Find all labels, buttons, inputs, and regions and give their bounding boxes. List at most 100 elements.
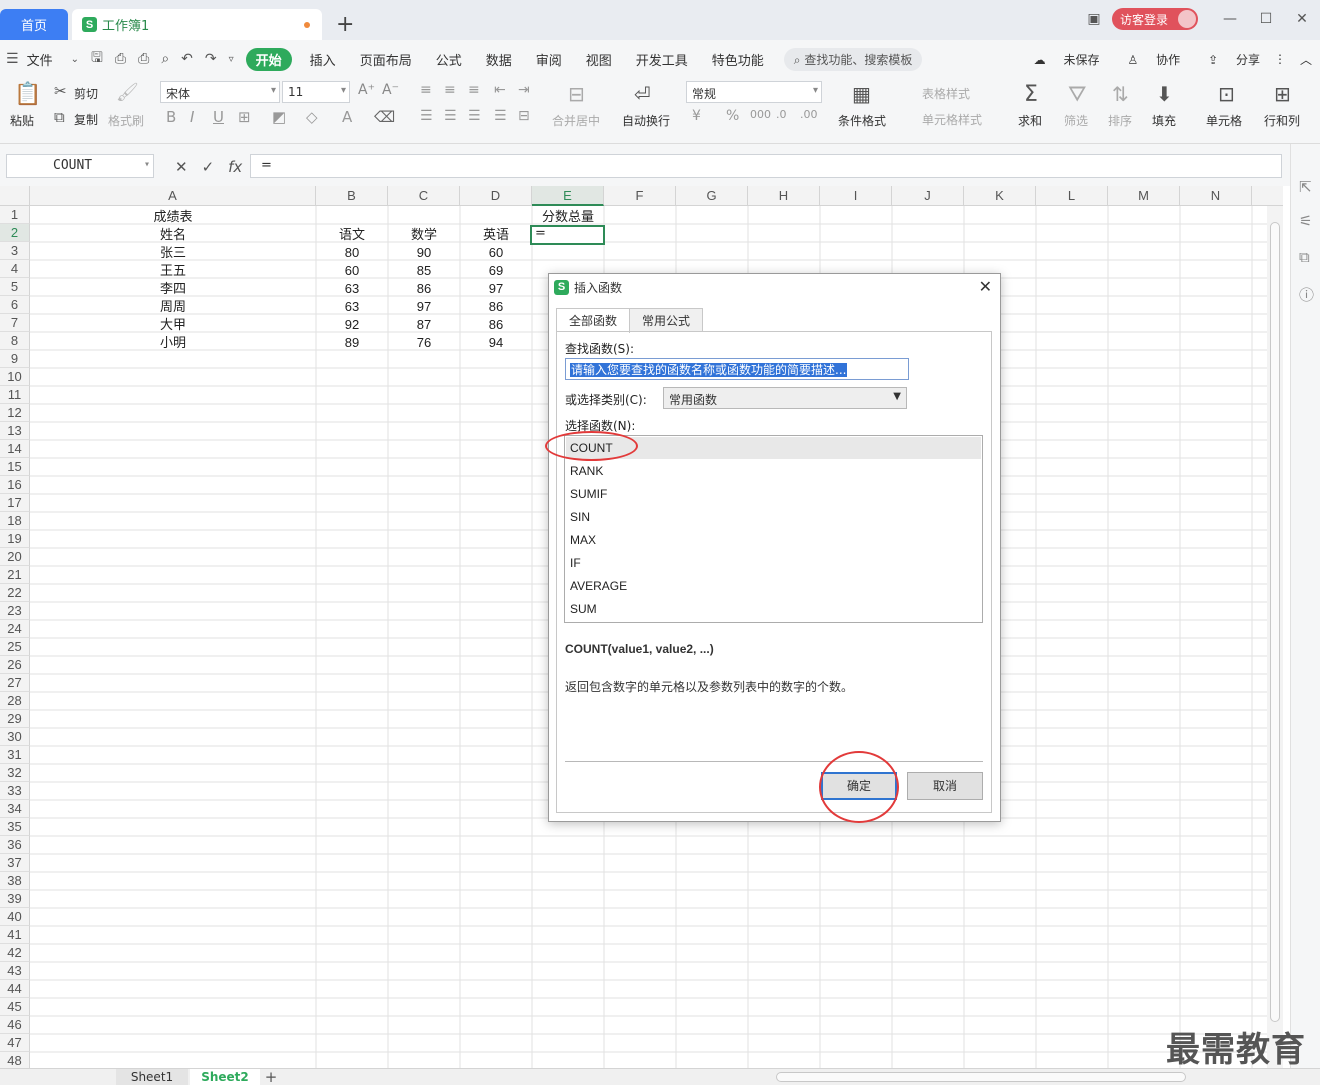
settings-sliders-icon[interactable]: ⚟ bbox=[1299, 212, 1312, 230]
percent-icon[interactable]: % bbox=[726, 108, 739, 124]
column-header-a[interactable]: A bbox=[30, 186, 316, 206]
row-header-25[interactable]: 25 bbox=[0, 638, 30, 656]
preview-icon[interactable]: ⌕ bbox=[155, 51, 175, 67]
row-header-30[interactable]: 30 bbox=[0, 728, 30, 746]
row-col-button[interactable]: 行和列 bbox=[1264, 112, 1300, 129]
chevron-down-icon[interactable]: ⌄ bbox=[65, 54, 85, 65]
sum-button[interactable]: 求和 bbox=[1018, 112, 1042, 129]
table-style-button[interactable]: 表格样式 bbox=[922, 85, 970, 102]
table-cell[interactable]: 94 bbox=[460, 334, 532, 352]
column-header-f[interactable]: F bbox=[604, 186, 676, 206]
table-cell[interactable]: 张三 bbox=[30, 244, 316, 262]
collab-button[interactable]: ♙ 协作 bbox=[1113, 51, 1180, 68]
help-icon[interactable]: ⓘ bbox=[1299, 284, 1314, 305]
vertical-scrollbar[interactable] bbox=[1267, 206, 1283, 1068]
column-header-c[interactable]: C bbox=[388, 186, 460, 206]
row-header-22[interactable]: 22 bbox=[0, 584, 30, 602]
row-header-41[interactable]: 41 bbox=[0, 926, 30, 944]
wrap-text-button[interactable]: 自动换行 bbox=[622, 112, 670, 129]
row-header-14[interactable]: 14 bbox=[0, 440, 30, 458]
cell-a2-name-header[interactable]: 姓名 bbox=[30, 226, 316, 244]
category-select[interactable]: 常用函数 bbox=[663, 387, 907, 409]
table-cell[interactable]: 89 bbox=[316, 334, 388, 352]
table-cell[interactable]: 87 bbox=[388, 316, 460, 334]
row-header-31[interactable]: 31 bbox=[0, 746, 30, 764]
table-cell[interactable]: 60 bbox=[460, 244, 532, 262]
row-header-3[interactable]: 3 bbox=[0, 242, 30, 260]
indent-decrease-icon[interactable]: ⇤ bbox=[494, 82, 506, 98]
row-header-2[interactable]: 2 bbox=[0, 224, 30, 242]
align-left-icon[interactable]: ☰ bbox=[420, 108, 433, 124]
format-painter-button[interactable]: 格式刷 bbox=[108, 112, 144, 129]
column-header-k[interactable]: K bbox=[964, 186, 1036, 206]
align-middle-icon[interactable]: ≡ bbox=[444, 82, 456, 98]
table-cell[interactable]: 86 bbox=[460, 316, 532, 334]
column-header-l[interactable]: L bbox=[1036, 186, 1108, 206]
column-header-j[interactable]: J bbox=[892, 186, 964, 206]
increase-font-icon[interactable]: A⁺ bbox=[358, 82, 375, 98]
function-list-item[interactable]: IF bbox=[566, 552, 981, 574]
merge-center-button[interactable]: 合并居中 bbox=[552, 112, 600, 129]
save-icon[interactable]: 🖫 bbox=[85, 47, 109, 71]
table-cell[interactable]: 大甲 bbox=[30, 316, 316, 334]
row-header-23[interactable]: 23 bbox=[0, 602, 30, 620]
italic-icon[interactable]: I bbox=[190, 108, 194, 126]
table-cell[interactable]: 86 bbox=[460, 298, 532, 316]
border-icon[interactable]: ⊞ bbox=[238, 108, 251, 126]
function-list-item[interactable]: AVERAGE bbox=[566, 575, 981, 597]
row-header-38[interactable]: 38 bbox=[0, 872, 30, 890]
formula-input[interactable]: = bbox=[250, 154, 1282, 178]
tab-list-icon[interactable]: ▣ bbox=[1076, 11, 1112, 27]
row-header-47[interactable]: 47 bbox=[0, 1034, 30, 1052]
row-header-36[interactable]: 36 bbox=[0, 836, 30, 854]
maximize-button[interactable]: ☐ bbox=[1248, 11, 1284, 27]
sheet-tab-1[interactable]: Sheet1 bbox=[116, 1069, 188, 1085]
row-header-11[interactable]: 11 bbox=[0, 386, 30, 404]
justify-icon[interactable]: ☰ bbox=[494, 108, 507, 124]
table-cell[interactable]: 86 bbox=[388, 280, 460, 298]
row-header-43[interactable]: 43 bbox=[0, 962, 30, 980]
cursor-icon[interactable]: ⇱ bbox=[1299, 178, 1312, 196]
visitor-login-button[interactable]: 访客登录 bbox=[1111, 8, 1198, 30]
row-header-40[interactable]: 40 bbox=[0, 908, 30, 926]
currency-icon[interactable]: ¥ bbox=[692, 108, 701, 124]
column-header-e[interactable]: E bbox=[532, 186, 604, 206]
row-header-8[interactable]: 8 bbox=[0, 332, 30, 350]
redo-icon[interactable]: ↷ bbox=[199, 51, 223, 67]
table-cell[interactable]: 小明 bbox=[30, 334, 316, 352]
row-header-9[interactable]: 9 bbox=[0, 350, 30, 368]
menu-developer[interactable]: 开发工具 bbox=[624, 50, 700, 69]
font-color-icon[interactable]: A bbox=[342, 108, 352, 126]
row-header-35[interactable]: 35 bbox=[0, 818, 30, 836]
row-header-1[interactable]: 1 bbox=[0, 206, 30, 224]
bold-icon[interactable]: B bbox=[166, 108, 176, 126]
function-search-input[interactable]: 请输入您要查找的函数名称或函数功能的简要描述... bbox=[565, 358, 909, 380]
menu-review[interactable]: 审阅 bbox=[524, 50, 574, 69]
menu-view[interactable]: 视图 bbox=[574, 50, 624, 69]
align-top-icon[interactable]: ≡ bbox=[420, 82, 432, 98]
sort-button[interactable]: 排序 bbox=[1108, 112, 1132, 129]
table-cell[interactable]: 李四 bbox=[30, 280, 316, 298]
share-button[interactable]: ⇪ 分享 bbox=[1194, 51, 1260, 68]
menu-formula[interactable]: 公式 bbox=[424, 50, 474, 69]
tab-workbook[interactable]: S 工作簿1 bbox=[72, 9, 322, 40]
row-header-16[interactable]: 16 bbox=[0, 476, 30, 494]
dialog-close-button[interactable]: ✕ bbox=[979, 277, 992, 296]
tab-home[interactable]: 首页 bbox=[0, 9, 68, 40]
row-header-17[interactable]: 17 bbox=[0, 494, 30, 512]
table-cell[interactable]: 60 bbox=[316, 262, 388, 280]
cell-button[interactable]: 单元格 bbox=[1206, 112, 1242, 129]
more-chevron-icon[interactable]: ▿ bbox=[223, 54, 240, 65]
layout-icon[interactable]: ⧉ bbox=[1299, 248, 1310, 266]
cell-a1-title[interactable]: 成绩表 bbox=[30, 208, 316, 226]
fill-button[interactable]: 填充 bbox=[1152, 112, 1176, 129]
function-list[interactable]: COUNT RANK SUMIF SIN MAX IF AVERAGE SUM bbox=[564, 435, 983, 623]
row-header-26[interactable]: 26 bbox=[0, 656, 30, 674]
collapse-ribbon-icon[interactable]: ︿ bbox=[1300, 51, 1312, 68]
table-cell[interactable]: 周周 bbox=[30, 298, 316, 316]
table-cell[interactable]: 90 bbox=[388, 244, 460, 262]
horizontal-scroll-thumb[interactable] bbox=[776, 1072, 1186, 1082]
increase-decimal-icon[interactable]: .0 bbox=[776, 108, 787, 121]
cell-c2-header[interactable]: 数学 bbox=[388, 226, 460, 244]
paste-icon[interactable]: 📋 bbox=[14, 82, 41, 107]
